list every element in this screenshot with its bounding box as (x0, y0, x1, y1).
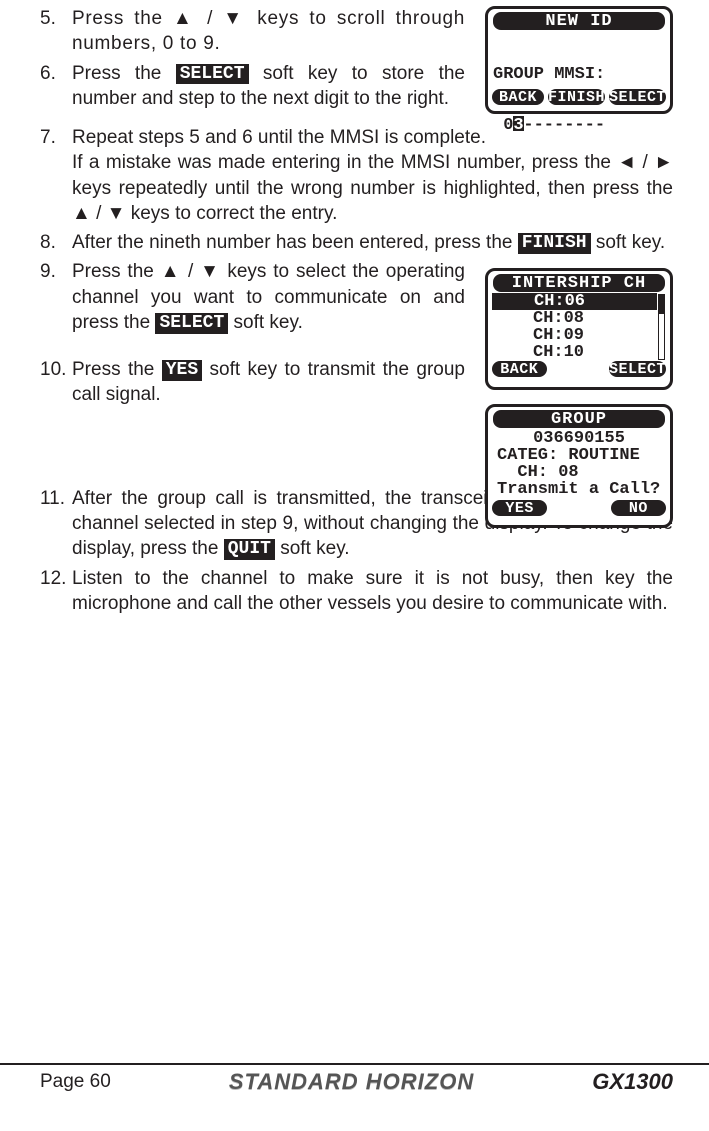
list-item[interactable]: CH:08 (491, 310, 658, 327)
finish-softkey-label: FINISH (518, 233, 591, 254)
step-text: After the nineth number has been entered… (72, 230, 673, 255)
softkey-yes[interactable]: YES (492, 500, 547, 516)
step-number: 5. (40, 6, 72, 57)
step-number: 11. (40, 486, 72, 562)
step-number: 8. (40, 230, 72, 255)
softkey-blank (551, 361, 606, 377)
lcd-label: GROUP MMSI: (493, 66, 665, 83)
softkey-back[interactable]: BACK (492, 89, 544, 105)
page-footer: Page 60 STANDARD HORIZON GX1300 (0, 1063, 709, 1095)
lcd-entry: 03-------- (493, 117, 665, 134)
step-12: 12. Listen to the channel to make sure i… (40, 566, 673, 617)
lcd-mmsi: 036690155 (493, 430, 665, 447)
step-number: 12. (40, 566, 72, 617)
softkey-finish[interactable]: FINISH (548, 89, 605, 105)
lcd-prompt: Transmit a Call? (493, 481, 665, 498)
lcd-group: GROUP 036690155 CATEG: ROUTINE CH: 08 Tr… (485, 404, 673, 528)
lcd-intership-ch: INTERSHIP CH CH:06 CH:08 CH:09 CH:10 BAC… (485, 268, 673, 390)
lcd-channel: CH: 08 (493, 464, 665, 481)
step-8: 8. After the nineth number has been ente… (40, 230, 673, 255)
step-number: 7. (40, 125, 72, 226)
softkey-blank (551, 500, 606, 516)
softkey-select[interactable]: SELECT (609, 89, 666, 105)
lcd-cursor: 3 (513, 117, 523, 134)
step-number: 6. (40, 61, 72, 112)
step-number: 9. (40, 259, 72, 335)
select-softkey-label: SELECT (155, 313, 228, 334)
lcd-new-id: NEW ID GROUP MMSI: 03-------- BACK FINIS… (485, 6, 673, 114)
step-text: Listen to the channel to make sure it is… (72, 566, 673, 617)
step-number: 10. (40, 357, 72, 408)
select-softkey-label: SELECT (176, 64, 249, 85)
yes-softkey-label: YES (162, 360, 202, 381)
lcd-title: GROUP (493, 410, 665, 428)
model-number: GX1300 (592, 1069, 673, 1095)
step-text: Press the ▲ / ▼ keys to scroll through n… (72, 6, 465, 57)
page-number: Page 60 (40, 1071, 111, 1093)
step-text: Press the YES soft key to transmit the g… (72, 357, 465, 408)
lcd-title: INTERSHIP CH (493, 274, 665, 292)
lcd-channel-list: CH:06 CH:08 CH:09 CH:10 (491, 293, 658, 361)
quit-softkey-label: QUIT (224, 539, 275, 560)
scrollbar[interactable] (658, 294, 665, 360)
lcd-title: NEW ID (493, 12, 665, 30)
list-item[interactable]: CH:09 (491, 327, 658, 344)
softkey-select[interactable]: SELECT (609, 361, 666, 377)
brand-logo: STANDARD HORIZON (229, 1069, 474, 1095)
step-text: Press the ▲ / ▼ keys to select the opera… (72, 259, 465, 335)
softkey-no[interactable]: NO (611, 500, 666, 516)
lcd-category: CATEG: ROUTINE (493, 447, 665, 464)
step-text: Press the SELECT soft key to store the n… (72, 61, 465, 112)
list-item[interactable]: CH:06 (492, 293, 657, 310)
softkey-back[interactable]: BACK (492, 361, 547, 377)
list-item[interactable]: CH:10 (491, 344, 658, 361)
